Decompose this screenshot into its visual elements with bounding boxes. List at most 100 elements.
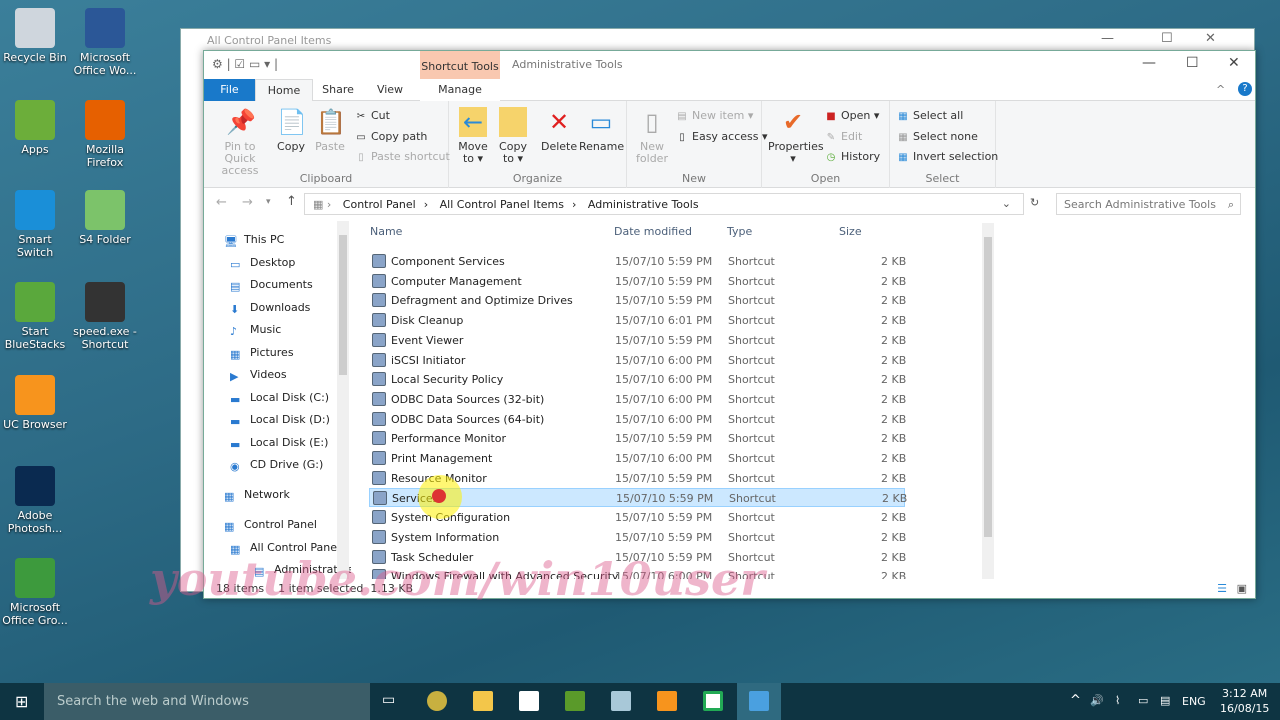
file-row[interactable]: Print Management 15/07/10 6:00 PM Shortcut… (369, 449, 906, 468)
details-view-button[interactable]: ☰ (1217, 582, 1227, 595)
help-icon[interactable]: ? (1238, 82, 1252, 96)
file-row[interactable]: Event Viewer 15/07/10 5:59 PM Shortcut 2 KB (369, 331, 906, 350)
select-none-button[interactable]: ▦ Select none (896, 130, 978, 143)
breadcrumb-all-items[interactable]: All Control Panel Items (440, 198, 564, 211)
desktop-icon[interactable]: Mozilla Firefox (70, 100, 140, 169)
copy-to-button[interactable]: Copy to ▾ (495, 107, 531, 165)
file-row[interactable]: Computer Management 15/07/10 5:59 PM Short… (369, 272, 906, 291)
nav-item[interactable]: ⬇ Downloads (230, 301, 310, 316)
file-row[interactable]: Performance Monitor 15/07/10 5:59 PM Short… (369, 429, 906, 448)
new-item-button[interactable]: ▤ New item ▾ (675, 109, 753, 122)
taskbar-app-icon[interactable] (611, 691, 631, 711)
breadcrumb-admin-tools[interactable]: Administrative Tools (588, 198, 699, 211)
clock-time[interactable]: 3:12 AM (1222, 687, 1267, 700)
close-button[interactable]: ✕ (1228, 55, 1240, 71)
volume-icon[interactable]: 🔊 (1090, 694, 1104, 707)
maximize-button[interactable]: ☐ (1161, 31, 1173, 46)
move-to-button[interactable]: ← Move to ▾ (455, 107, 491, 165)
battery-icon[interactable]: ▭ (1138, 694, 1148, 707)
properties-button[interactable]: ✔ Properties ▾ (768, 107, 824, 165)
collapse-ribbon-icon[interactable]: ^ (1216, 83, 1225, 96)
maximize-button[interactable]: ☐ (1186, 55, 1199, 71)
file-row[interactable]: ODBC Data Sources (64-bit) 15/07/10 6:00 … (369, 410, 906, 429)
history-button[interactable]: ◷ History (824, 150, 881, 163)
column-date[interactable]: Date modified (614, 225, 692, 238)
large-icons-view-button[interactable]: ▣ (1237, 582, 1247, 595)
nav-item[interactable]: ▬ Local Disk (E:) (230, 436, 328, 451)
desktop-icon[interactable]: S4 Folder (70, 190, 140, 246)
notifications-icon[interactable]: ▤ (1160, 694, 1170, 707)
file-row[interactable]: Local Security Policy 15/07/10 6:00 PM Sho… (369, 370, 906, 389)
tab-view[interactable]: View (370, 79, 410, 101)
desktop-icon[interactable]: Microsoft Office Wo... (70, 8, 140, 77)
nav-item[interactable]: ▦ Control Panel (224, 518, 317, 533)
invert-selection-button[interactable]: ▦ Invert selection (896, 150, 998, 163)
file-row[interactable]: ODBC Data Sources (32-bit) 15/07/10 6:00 … (369, 390, 906, 409)
column-name[interactable]: Name (370, 225, 402, 238)
tab-share[interactable]: Share (316, 79, 360, 101)
taskbar-audio-app-icon[interactable] (427, 691, 447, 711)
open-button[interactable]: ■ Open ▾ (824, 109, 879, 122)
file-row[interactable]: Disk Cleanup 15/07/10 6:01 PM Shortcut 2 KB (369, 311, 906, 330)
minimize-button[interactable]: — (1101, 31, 1114, 46)
breadcrumb-control-panel[interactable]: Control Panel (343, 198, 416, 211)
file-row[interactable]: Component Services 15/07/10 5:59 PM Shortc… (369, 252, 906, 271)
address-dropdown[interactable]: ⌄ (1002, 197, 1011, 210)
desktop-icon[interactable]: Microsoft Office Gro... (0, 558, 70, 627)
nav-item[interactable]: ▭ Desktop (230, 256, 295, 271)
select-all-button[interactable]: ▦ Select all (896, 109, 963, 122)
forward-button[interactable]: → (242, 195, 253, 210)
nav-item[interactable]: ◉ CD Drive (G:) (230, 458, 323, 473)
taskbar-camtasia-icon[interactable] (565, 691, 585, 711)
nav-item[interactable]: 🖥 This PC (224, 233, 284, 248)
file-row[interactable]: System Information 15/07/10 5:59 PM Shortc… (369, 528, 906, 547)
paste-shortcut-button[interactable]: ▯ Paste shortcut (354, 150, 450, 163)
task-view-button[interactable]: ▭ (382, 692, 395, 708)
taskbar-store-icon[interactable] (519, 691, 539, 711)
nav-item[interactable]: ▦ Network (224, 488, 290, 503)
list-scrollbar[interactable] (982, 223, 994, 579)
pin-quick-access-button[interactable]: 📌 Pin to Quick access (208, 107, 272, 177)
paste-button[interactable]: 📋 Paste (312, 107, 348, 153)
rename-button[interactable]: ▭ Rename (579, 107, 624, 153)
delete-button[interactable]: ✕ Delete (541, 107, 577, 153)
desktop-icon[interactable]: Apps (0, 100, 70, 156)
wifi-icon[interactable]: ⌇ (1115, 694, 1120, 707)
file-row[interactable]: iSCSI Initiator 15/07/10 6:00 PM Shortcut 2… (369, 351, 906, 370)
back-button[interactable]: ← (216, 195, 227, 210)
file-row[interactable]: Defragment and Optimize Drives 15/07/10 5… (369, 291, 906, 310)
nav-item[interactable]: ♪ Music (230, 323, 281, 338)
taskbar-camtasia-recorder-icon[interactable] (703, 691, 723, 711)
nav-item[interactable]: ▦ Pictures (230, 346, 294, 361)
copy-button[interactable]: 📄 Copy (274, 107, 308, 153)
clock-date[interactable]: 16/08/15 (1220, 702, 1269, 715)
address-bar[interactable]: ▦ › Control Panel › All Control Panel Ite… (304, 193, 1024, 215)
nav-scrollbar[interactable] (337, 221, 349, 579)
easy-access-button[interactable]: ▯ Easy access ▾ (675, 130, 767, 143)
taskbar-control-panel-active[interactable] (737, 683, 781, 720)
tray-overflow-icon[interactable]: ^ (1070, 693, 1081, 708)
column-type[interactable]: Type (727, 225, 752, 238)
taskbar-search[interactable]: Search the web and Windows (44, 683, 370, 720)
minimize-button[interactable]: — (1142, 55, 1156, 71)
language-indicator[interactable]: ENG (1182, 695, 1206, 708)
start-button[interactable]: ⊞ (15, 692, 28, 711)
desktop-icon[interactable]: speed.exe - Shortcut (70, 282, 140, 351)
taskbar-uc-browser-icon[interactable] (657, 691, 677, 711)
tab-file[interactable]: File (204, 79, 255, 101)
nav-item[interactable]: ▬ Local Disk (D:) (230, 413, 330, 428)
tab-manage[interactable]: Manage (420, 79, 500, 101)
cut-button[interactable]: ✂ Cut (354, 109, 390, 122)
desktop-icon[interactable]: Adobe Photosh... (0, 466, 70, 535)
quick-access-toolbar[interactable]: ⚙ | ☑ ▭ ▾ | (212, 57, 278, 71)
nav-item[interactable]: ▬ Local Disk (C:) (230, 391, 329, 406)
desktop-icon[interactable]: Recycle Bin (0, 8, 70, 64)
column-size[interactable]: Size (839, 225, 862, 238)
edit-button[interactable]: ✎ Edit (824, 130, 863, 143)
refresh-button[interactable]: ↻ (1030, 196, 1039, 209)
up-button[interactable]: ↑ (286, 194, 297, 209)
new-folder-button[interactable]: ▯ New folder (633, 107, 671, 165)
copy-path-button[interactable]: ▭ Copy path (354, 130, 427, 143)
recent-dropdown[interactable]: ▾ (266, 197, 271, 207)
nav-item[interactable]: ▶ Videos (230, 368, 287, 383)
